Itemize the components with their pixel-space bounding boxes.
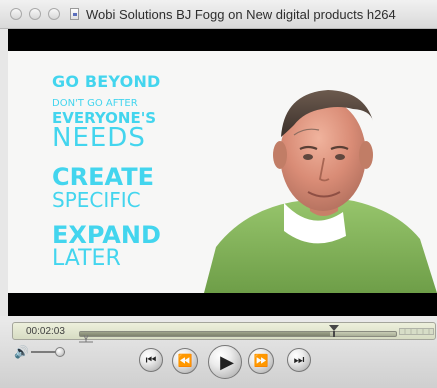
text-expand: EXPAND <box>52 221 161 249</box>
text-go-beyond: GO BEYOND <box>52 72 161 91</box>
skip-forward-icon: ⏭ <box>293 352 305 367</box>
playhead-icon[interactable] <box>328 324 340 338</box>
text-create: CREATE <box>52 163 154 191</box>
timeline-extension <box>399 328 434 335</box>
speaker-icon[interactable]: 🔊 <box>14 345 29 359</box>
text-needs: NEEDS <box>52 123 146 153</box>
skip-forward-button[interactable]: ⏭ <box>287 348 311 372</box>
time-readout: 00:02:03 <box>26 326 65 337</box>
minimize-button[interactable] <box>29 8 41 20</box>
timeline-panel[interactable]: 00:02:03 <box>12 322 436 343</box>
skip-back-icon: ⏮ <box>145 352 157 367</box>
text-dont-go-after: DON'T GO AFTER <box>52 98 138 109</box>
timeline-track[interactable] <box>79 331 397 337</box>
close-button[interactable] <box>10 8 22 20</box>
timeline-fill <box>80 332 330 336</box>
rewind-icon: ⏪ <box>177 353 193 368</box>
fast-forward-button[interactable]: ⏩ <box>248 348 274 374</box>
player-controls: 00:02:03 🔊 ⏮ ⏪ ▶ ⏩ ⏭ <box>0 316 437 388</box>
text-specific: SPECIFIC <box>52 188 141 212</box>
rewind-button[interactable]: ⏪ <box>172 348 198 374</box>
title-bar[interactable]: Wobi Solutions BJ Fogg on New digital pr… <box>0 0 437 29</box>
document-icon <box>70 8 79 20</box>
video-frame: GO BEYOND DON'T GO AFTER EVERYONE'S NEED… <box>8 51 437 293</box>
video-area[interactable]: GO BEYOND DON'T GO AFTER EVERYONE'S NEED… <box>8 29 437 316</box>
play-icon: ▶ <box>220 352 234 372</box>
play-button[interactable]: ▶ <box>208 345 242 379</box>
volume-knob[interactable] <box>54 347 65 357</box>
window-title: Wobi Solutions BJ Fogg on New digital pr… <box>86 7 396 22</box>
text-later: LATER <box>52 246 121 271</box>
fast-forward-icon: ⏩ <box>253 353 269 368</box>
quicktime-window: Wobi Solutions BJ Fogg on New digital pr… <box>0 0 437 388</box>
zoom-button[interactable] <box>48 8 60 20</box>
skip-back-button[interactable]: ⏮ <box>139 348 163 372</box>
selection-marker-icon[interactable] <box>78 334 94 343</box>
